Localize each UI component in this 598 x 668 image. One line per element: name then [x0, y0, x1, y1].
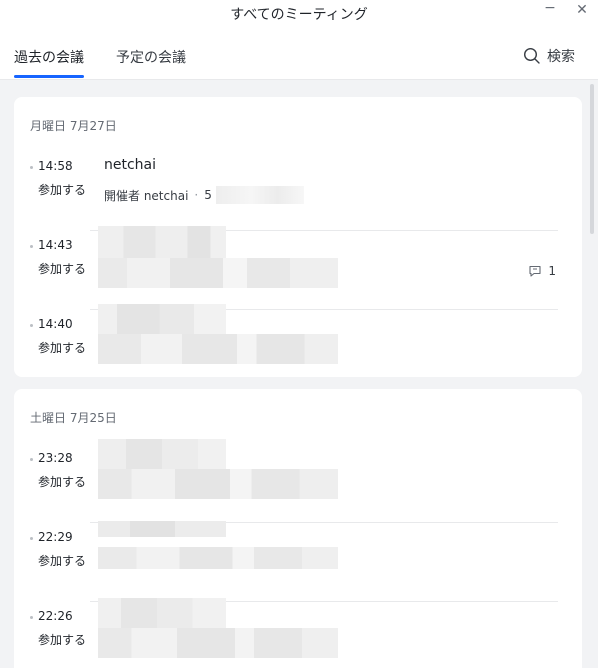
- search-icon: [523, 47, 540, 64]
- window-title: すべてのミーティング: [230, 7, 368, 23]
- meeting-time: 22:26: [38, 609, 73, 623]
- meeting-title: netchai: [104, 157, 157, 173]
- meeting-item[interactable]: 22:29 参加する: [14, 521, 582, 602]
- meetings-window: すべてのミーティング − ✕ 過去の会議 予定の会議 検索 月曜日 7月27日 …: [0, 0, 598, 668]
- tab-past-meetings[interactable]: 過去の会議: [14, 47, 84, 67]
- title-bar: すべてのミーティング − ✕: [0, 0, 598, 28]
- scrollbar[interactable]: [590, 84, 594, 234]
- meeting-time: 14:58: [38, 159, 73, 173]
- redacted-subtitle: [98, 258, 338, 288]
- redacted-subtitle: [98, 628, 338, 658]
- date-header: 土曜日 7月25日: [30, 411, 117, 425]
- redacted-subtitle: [98, 469, 338, 499]
- separator: ·: [194, 188, 199, 202]
- redacted-text: [215, 186, 304, 204]
- join-link[interactable]: 参加する: [38, 631, 86, 648]
- redacted-title: [98, 598, 226, 628]
- join-link[interactable]: 参加する: [38, 339, 86, 356]
- join-link[interactable]: 参加する: [38, 552, 86, 569]
- bullet-dot: [30, 537, 33, 540]
- search-label: 検索: [547, 49, 575, 65]
- join-link[interactable]: 参加する: [38, 473, 86, 490]
- redacted-subtitle: [98, 334, 338, 364]
- close-button[interactable]: ✕: [572, 2, 592, 18]
- organizer-text: 開催者 netchai: [104, 188, 189, 203]
- bullet-dot: [30, 245, 33, 248]
- meeting-item[interactable]: 14:40 参加する: [14, 304, 582, 389]
- bullet-dot: [30, 616, 33, 619]
- comment-count[interactable]: 1: [528, 264, 556, 278]
- meeting-time: 14:40: [38, 317, 73, 331]
- comment-icon: [529, 265, 541, 277]
- comment-number: 1: [548, 264, 556, 278]
- meeting-group-card: 土曜日 7月25日 23:28 参加する 22:29 参加する 22:26 参加…: [14, 389, 582, 668]
- redacted-subtitle: [98, 547, 338, 569]
- join-link[interactable]: 参加する: [38, 260, 86, 277]
- meeting-item[interactable]: 14:58 参加する netchai 開催者 netchai · 5: [14, 152, 582, 231]
- bullet-dot: [30, 458, 33, 461]
- meeting-time: 14:43: [38, 238, 73, 252]
- meeting-item[interactable]: 22:26 参加する: [14, 598, 582, 668]
- meeting-subtitle: 開催者 netchai · 5: [104, 186, 304, 204]
- redacted-title: [98, 439, 226, 469]
- meeting-group-card: 月曜日 7月27日 14:58 参加する netchai 開催者 netchai…: [14, 97, 582, 377]
- date-header: 月曜日 7月27日: [30, 119, 117, 133]
- join-link[interactable]: 参加する: [38, 181, 86, 198]
- redacted-title: [98, 304, 226, 334]
- redacted-title: [98, 226, 226, 258]
- search-button[interactable]: 検索: [523, 46, 575, 66]
- meeting-time: 23:28: [38, 451, 73, 465]
- meeting-item[interactable]: 23:28 参加する: [14, 439, 582, 523]
- active-tab-indicator: [14, 75, 84, 78]
- meeting-item[interactable]: 14:43 参加する 1: [14, 226, 582, 310]
- tab-upcoming-meetings[interactable]: 予定の会議: [116, 47, 186, 67]
- bullet-dot: [30, 166, 33, 169]
- minimize-button[interactable]: −: [540, 0, 560, 16]
- participant-count: 5: [204, 188, 212, 202]
- bullet-dot: [30, 324, 33, 327]
- tab-bar: 過去の会議 予定の会議 検索: [0, 28, 598, 80]
- meeting-time: 22:29: [38, 530, 73, 544]
- redacted-title: [98, 521, 226, 537]
